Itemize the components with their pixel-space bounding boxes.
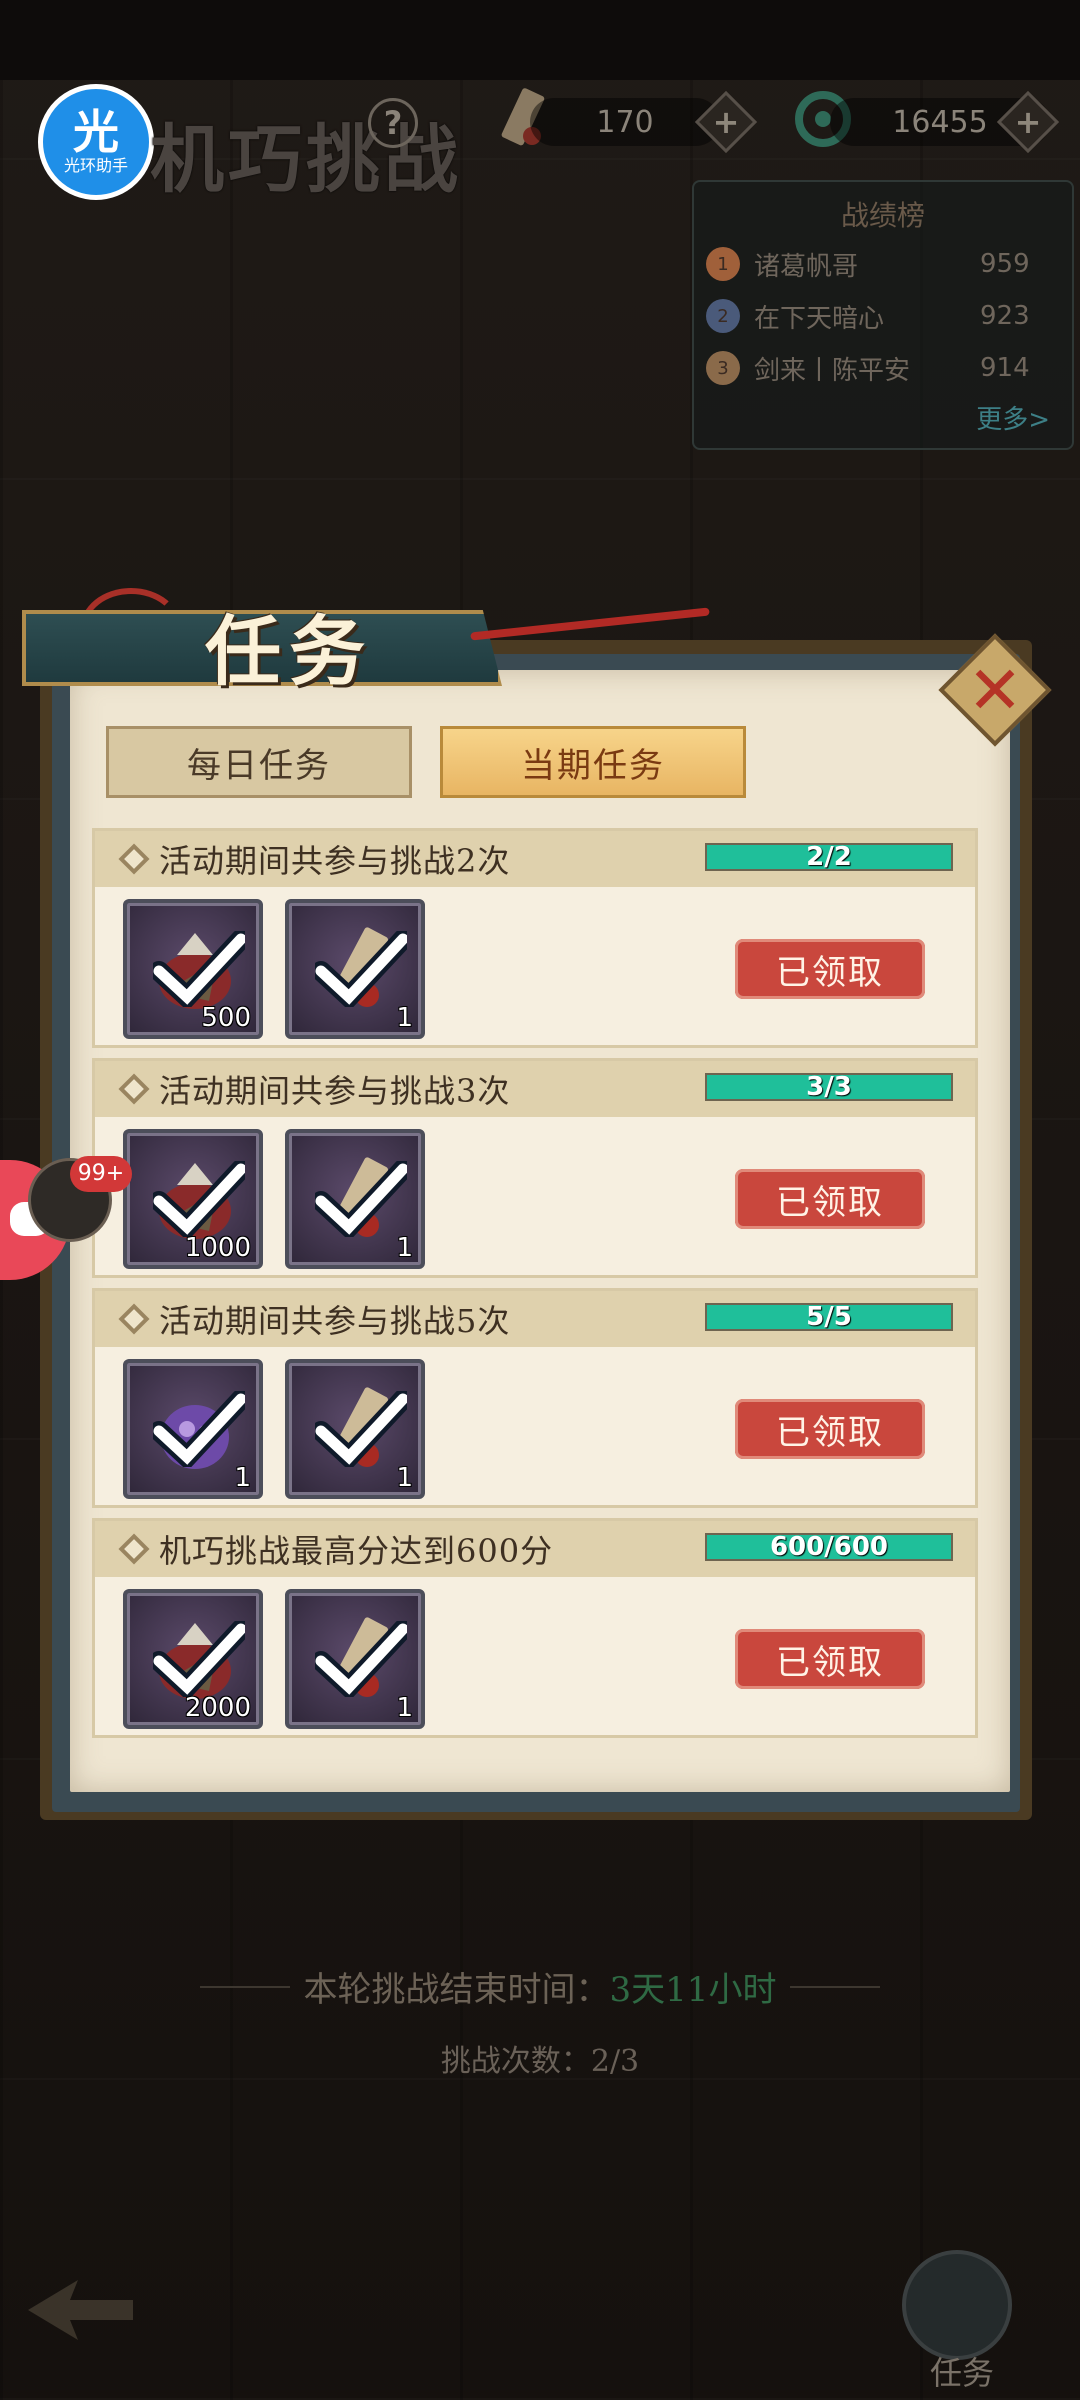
reward-quantity: 1 — [396, 1233, 413, 1263]
diamond-bullet-icon — [118, 1073, 150, 1105]
rank-2-badge: 2 — [706, 299, 740, 333]
rank-3-badge: 3 — [706, 351, 740, 385]
task-title: 活动期间共参与挑战5次 — [159, 1302, 511, 1340]
player-name: 剑来丨陈平安 — [754, 355, 911, 386]
leaderboard-row: 2 在下天暗心 923 — [706, 292, 1030, 340]
task-title: 活动期间共参与挑战3次 — [159, 1072, 511, 1110]
task-scroll-button[interactable] — [902, 2250, 1012, 2360]
tab-daily-tasks[interactable]: 每日任务 — [106, 726, 412, 798]
progress-text: 3/3 — [806, 1073, 852, 1101]
task-progress-bar: 5/5 — [705, 1303, 953, 1331]
player-name: 诸葛帆哥 — [754, 251, 859, 282]
rank-1-badge: 1 — [706, 247, 740, 281]
task-title: 机巧挑战最高分达到600分 — [159, 1532, 554, 1570]
task-row: 机巧挑战最高分达到600分 600/600 2000 1 已领取 — [92, 1518, 978, 1738]
back-arrow-icon[interactable] — [18, 2270, 138, 2350]
reward-quantity: 1 — [396, 1693, 413, 1723]
task-header: 活动期间共参与挑战5次 5/5 — [95, 1291, 975, 1347]
leaderboard-row: 3 剑来丨陈平安 914 — [706, 344, 1030, 392]
challenge-count: 挑战次数：2/3 — [440, 2044, 640, 2079]
round-end-time: 本轮挑战结束时间：3天11小时 — [190, 1962, 890, 2011]
leaderboard-title: 战绩榜 — [840, 199, 925, 232]
resource-token-count: 170 — [530, 98, 720, 146]
task-row: 活动期间共参与挑战3次 3/3 1000 1 已领取 — [92, 1058, 978, 1278]
progress-text: 2/2 — [806, 843, 852, 871]
player-score: 959 — [980, 249, 1030, 279]
logo-glyph: 光 — [73, 105, 119, 159]
diamond-bullet-icon — [118, 843, 150, 875]
reward-item-copper-coin-pouch[interactable]: 2000 — [123, 1589, 263, 1729]
reward-quantity: 2000 — [184, 1693, 251, 1723]
claimed-button[interactable]: 已领取 — [735, 1629, 925, 1689]
panel-title: 任务 — [205, 607, 373, 696]
reward-quantity: 500 — [201, 1003, 251, 1033]
leaderboard-row: 1 诸葛帆哥 959 — [706, 240, 1030, 288]
task-row: 活动期间共参与挑战2次 2/2 500 1 已领取 — [92, 828, 978, 1048]
diamond-bullet-icon — [118, 1303, 150, 1335]
reward-quantity: 1 — [396, 1003, 413, 1033]
assistant-logo-badge[interactable]: 光 光环助手 — [38, 84, 154, 200]
task-progress-bar: 600/600 — [705, 1533, 953, 1561]
progress-text: 600/600 — [769, 1533, 889, 1561]
claimed-button[interactable]: 已领取 — [735, 939, 925, 999]
task-progress-bar: 3/3 — [705, 1073, 953, 1101]
end-time-value: 3天11小时 — [609, 1970, 777, 2010]
reward-quantity: 1 — [396, 1463, 413, 1493]
reward-item-challenge-token-scroll[interactable]: 1 — [285, 899, 425, 1039]
task-row: 活动期间共参与挑战5次 5/5 1 1 已领取 — [92, 1288, 978, 1508]
task-header: 活动期间共参与挑战3次 3/3 — [95, 1061, 975, 1117]
reward-item-challenge-token-scroll[interactable]: 1 — [285, 1589, 425, 1729]
reward-quantity: 1 — [234, 1463, 251, 1493]
close-icon: ✕ — [967, 651, 1023, 729]
status-bar — [0, 0, 1080, 80]
reward-item-challenge-token-scroll[interactable]: 1 — [285, 1129, 425, 1269]
reward-quantity: 1000 — [184, 1233, 251, 1263]
reward-item-purple-spirit-pouch[interactable]: 1 — [123, 1359, 263, 1499]
task-header: 机巧挑战最高分达到600分 600/600 — [95, 1521, 975, 1577]
reward-item-copper-coin-pouch[interactable]: 500 — [123, 899, 263, 1039]
player-score: 923 — [980, 301, 1030, 331]
help-button[interactable]: ? — [368, 98, 418, 148]
reward-item-challenge-token-scroll[interactable]: 1 — [285, 1359, 425, 1499]
end-time-label: 本轮挑战结束时间： — [303, 1970, 610, 2010]
notification-badge: 99+ — [70, 1156, 132, 1192]
reward-item-copper-coin-pouch[interactable]: 1000 — [123, 1129, 263, 1269]
claimed-button[interactable]: 已领取 — [735, 1399, 925, 1459]
leaderboard-panel[interactable]: 战绩榜 1 诸葛帆哥 959 2 在下天暗心 923 3 剑来丨陈平安 914 … — [692, 180, 1074, 450]
task-header: 活动期间共参与挑战2次 2/2 — [95, 831, 975, 887]
progress-text: 5/5 — [806, 1303, 852, 1331]
player-score: 914 — [980, 353, 1030, 383]
claimed-button[interactable]: 已领取 — [735, 1169, 925, 1229]
diamond-bullet-icon — [118, 1533, 150, 1565]
task-title: 活动期间共参与挑战2次 — [159, 842, 511, 880]
task-progress-bar: 2/2 — [705, 843, 953, 871]
task-button-label: 任务 — [929, 2354, 994, 2392]
logo-text: 光环助手 — [63, 156, 128, 175]
player-name: 在下天暗心 — [754, 303, 885, 334]
task-list: 活动期间共参与挑战2次 2/2 500 1 已领取 活动期间共参与挑战3次 3/… — [92, 828, 978, 1748]
tab-current-tasks[interactable]: 当期任务 — [440, 726, 746, 798]
leaderboard-more-link[interactable]: 更多> — [976, 399, 1050, 436]
